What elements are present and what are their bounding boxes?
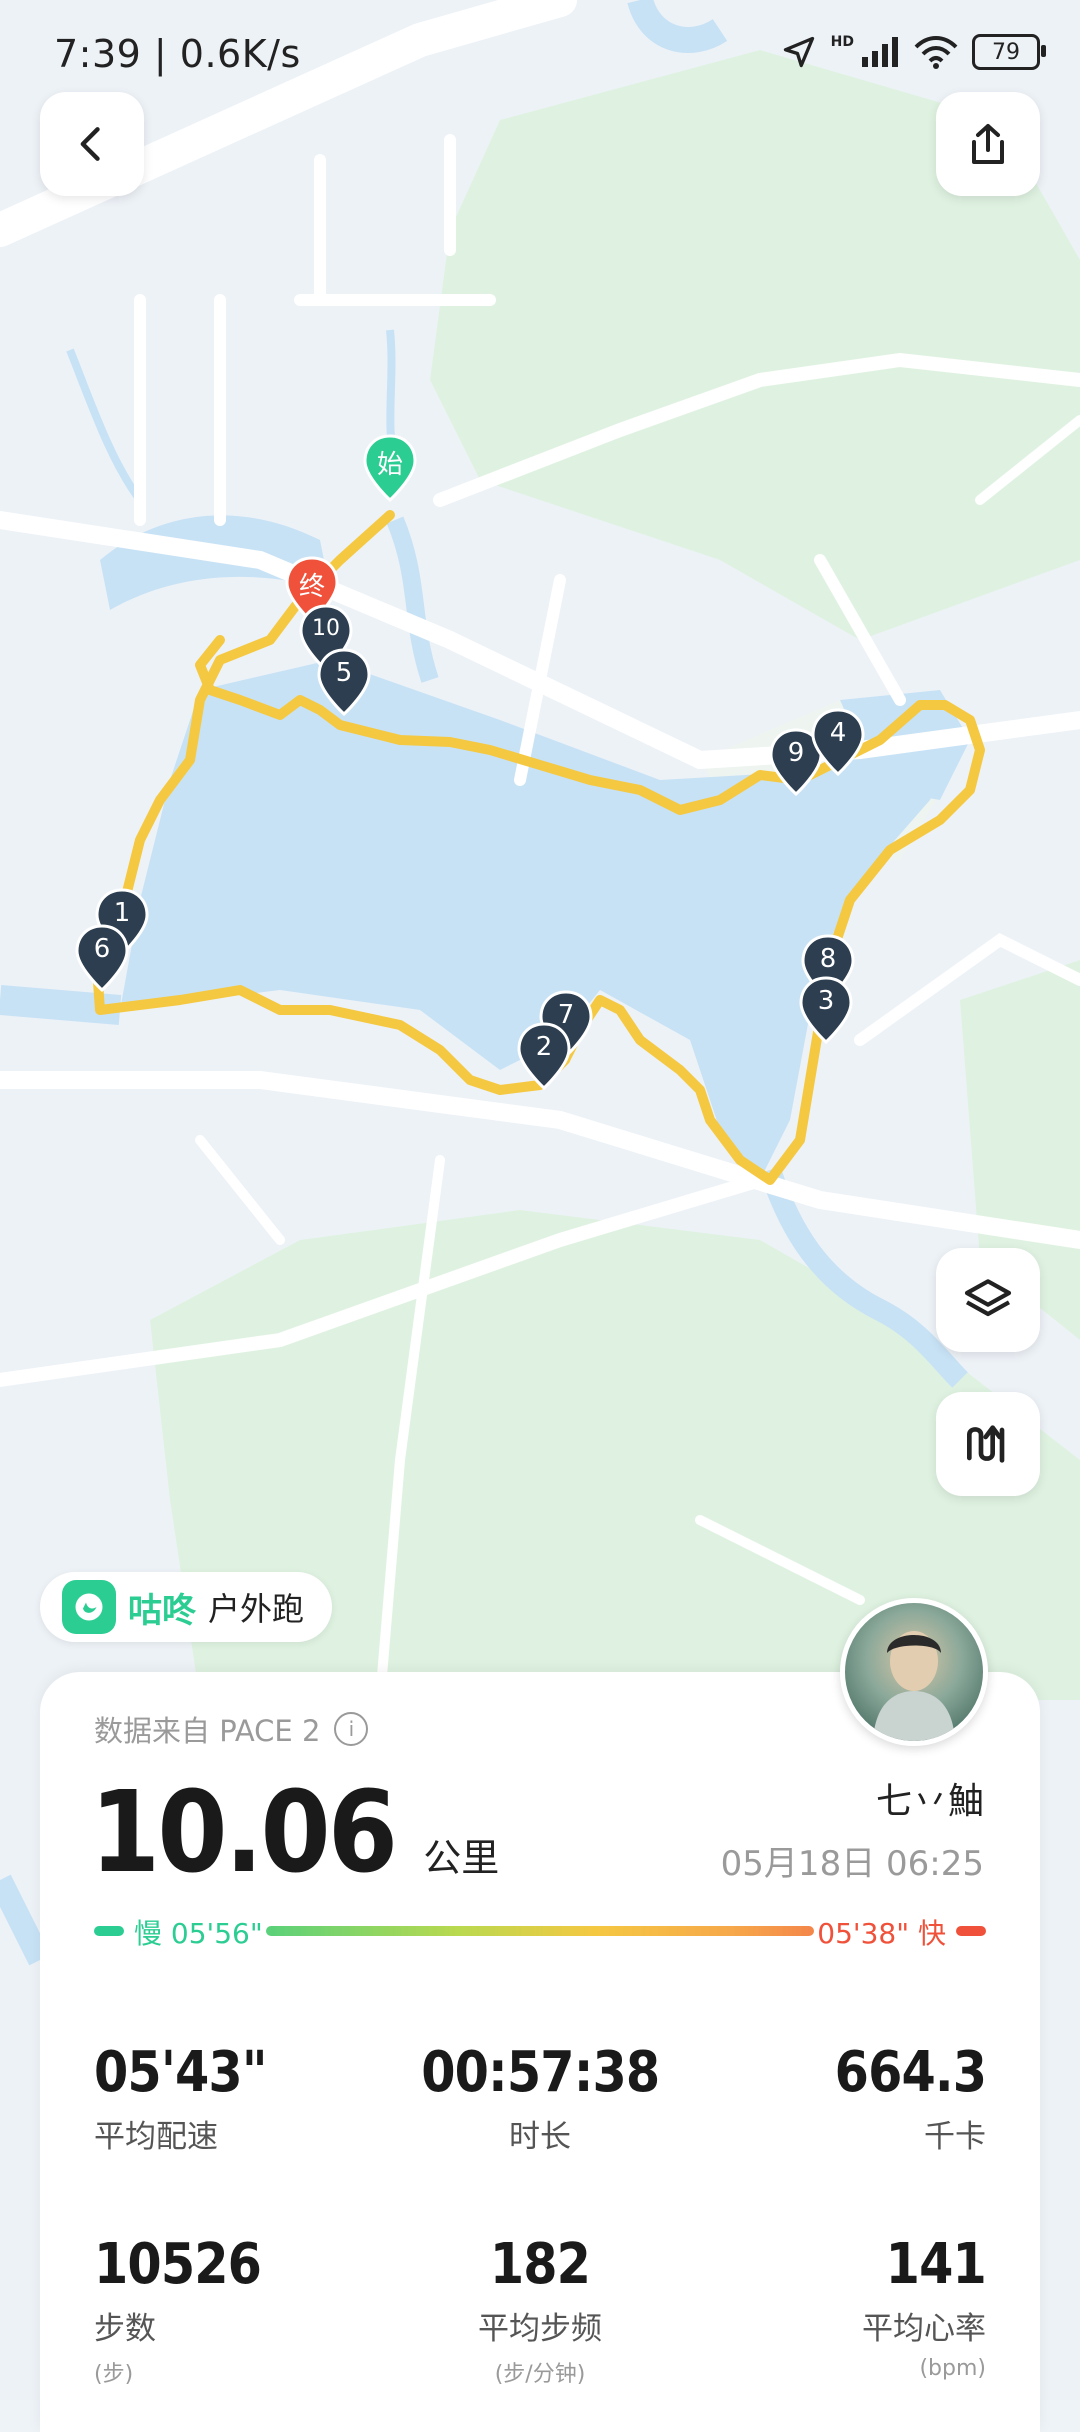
slowest-pace: 慢 05'56" bbox=[134, 1917, 263, 1950]
fastest-pace: 05'38" 快 bbox=[817, 1917, 946, 1950]
info-icon[interactable]: i bbox=[334, 1712, 369, 1746]
stat-unit: (步/分钟) bbox=[494, 2362, 586, 2387]
workout-summary-card: 数据来自 PACE 2 i 10.06 公里 七丷鮋 05月18日 06:25 … bbox=[40, 1672, 1040, 2432]
app-name: 咕咚 bbox=[128, 1590, 196, 1631]
km-marker-5: 5 bbox=[316, 648, 372, 718]
user-avatar[interactable] bbox=[840, 1598, 988, 1746]
stat-value: 05'43" bbox=[94, 2040, 268, 2105]
stat-avg-pace: 05'43" 平均配速 bbox=[94, 2040, 290, 2156]
stat-label: 平均步频 bbox=[478, 2311, 602, 2347]
share-icon bbox=[972, 124, 1004, 164]
back-button[interactable] bbox=[40, 92, 144, 196]
hd-label: HD bbox=[830, 34, 854, 50]
stat-unit: (bpm) bbox=[919, 2356, 986, 2381]
distance-value: 10.06 bbox=[90, 1768, 398, 1898]
stat-label: 步数 bbox=[94, 2311, 156, 2347]
stat-steps: 10526 步数 (步) bbox=[94, 2232, 284, 2388]
workout-date-time: 05月18日 06:25 bbox=[720, 1844, 984, 1884]
stat-value: 00:57:38 bbox=[420, 2040, 660, 2105]
stat-calories: 664.3 千卡 bbox=[814, 2040, 987, 2156]
data-source: 数据来自 PACE 2 i bbox=[94, 1708, 369, 1750]
avatar-image bbox=[873, 1631, 955, 1741]
status-time-speed: 7:39 | 0.6K/s bbox=[54, 32, 301, 76]
stat-value: 141 bbox=[885, 2232, 987, 2297]
stat-cadence: 182 平均步频 (步/分钟) bbox=[340, 2232, 740, 2388]
km-marker-3: 3 bbox=[798, 976, 854, 1046]
pace-range-bar: 慢 05'56" 05'38" 快 bbox=[94, 1912, 986, 1952]
stat-label: 平均心率 bbox=[862, 2311, 986, 2347]
km-marker-6: 6 bbox=[74, 924, 130, 994]
stat-heart-rate: 141 平均心率 (bpm) bbox=[862, 2232, 987, 2381]
distance: 10.06 公里 bbox=[90, 1768, 499, 1898]
stat-label: 平均配速 bbox=[94, 2119, 218, 2155]
map-layers-button[interactable] bbox=[936, 1248, 1040, 1352]
fast-pace-cap bbox=[956, 1926, 986, 1936]
pace-gradient bbox=[266, 1926, 814, 1936]
status-icons: HD 79 bbox=[781, 34, 1046, 70]
stat-value: 182 bbox=[489, 2232, 591, 2297]
route-wave-icon bbox=[967, 1425, 1005, 1463]
km-marker-2: 2 bbox=[516, 1022, 572, 1092]
km-marker-4: 4 bbox=[810, 708, 866, 778]
activity-type: 户外跑 bbox=[208, 1590, 305, 1628]
chevron-left-icon bbox=[80, 127, 100, 161]
location-arrow-icon bbox=[783, 36, 814, 68]
status-bar: 7:39 | 0.6K/s HD 79 bbox=[0, 0, 1080, 110]
user-name: 七丷鮋 bbox=[875, 1781, 984, 1822]
distance-unit: 公里 bbox=[423, 1836, 500, 1880]
route-toggle-button[interactable] bbox=[936, 1392, 1040, 1496]
signal-icon bbox=[862, 37, 898, 67]
stat-label: 时长 bbox=[509, 2119, 571, 2155]
battery-indicator: 79 bbox=[972, 34, 1046, 70]
data-source-text: 数据来自 PACE 2 bbox=[94, 1714, 321, 1748]
layers-icon bbox=[964, 1279, 1012, 1317]
stat-label: 千卡 bbox=[924, 2119, 986, 2155]
stat-unit: (步) bbox=[94, 2362, 134, 2387]
slow-pace-cap bbox=[94, 1926, 124, 1936]
stat-duration: 00:57:38 时长 bbox=[340, 2040, 740, 2156]
codoon-logo-icon bbox=[62, 1580, 116, 1634]
app-activity-pill: 咕咚 户外跑 bbox=[40, 1572, 333, 1642]
wifi-icon bbox=[914, 36, 958, 69]
share-button[interactable] bbox=[936, 92, 1040, 196]
stat-value: 664.3 bbox=[834, 2040, 987, 2105]
start-marker: 始 bbox=[362, 434, 418, 504]
stat-value: 10526 bbox=[94, 2232, 262, 2297]
